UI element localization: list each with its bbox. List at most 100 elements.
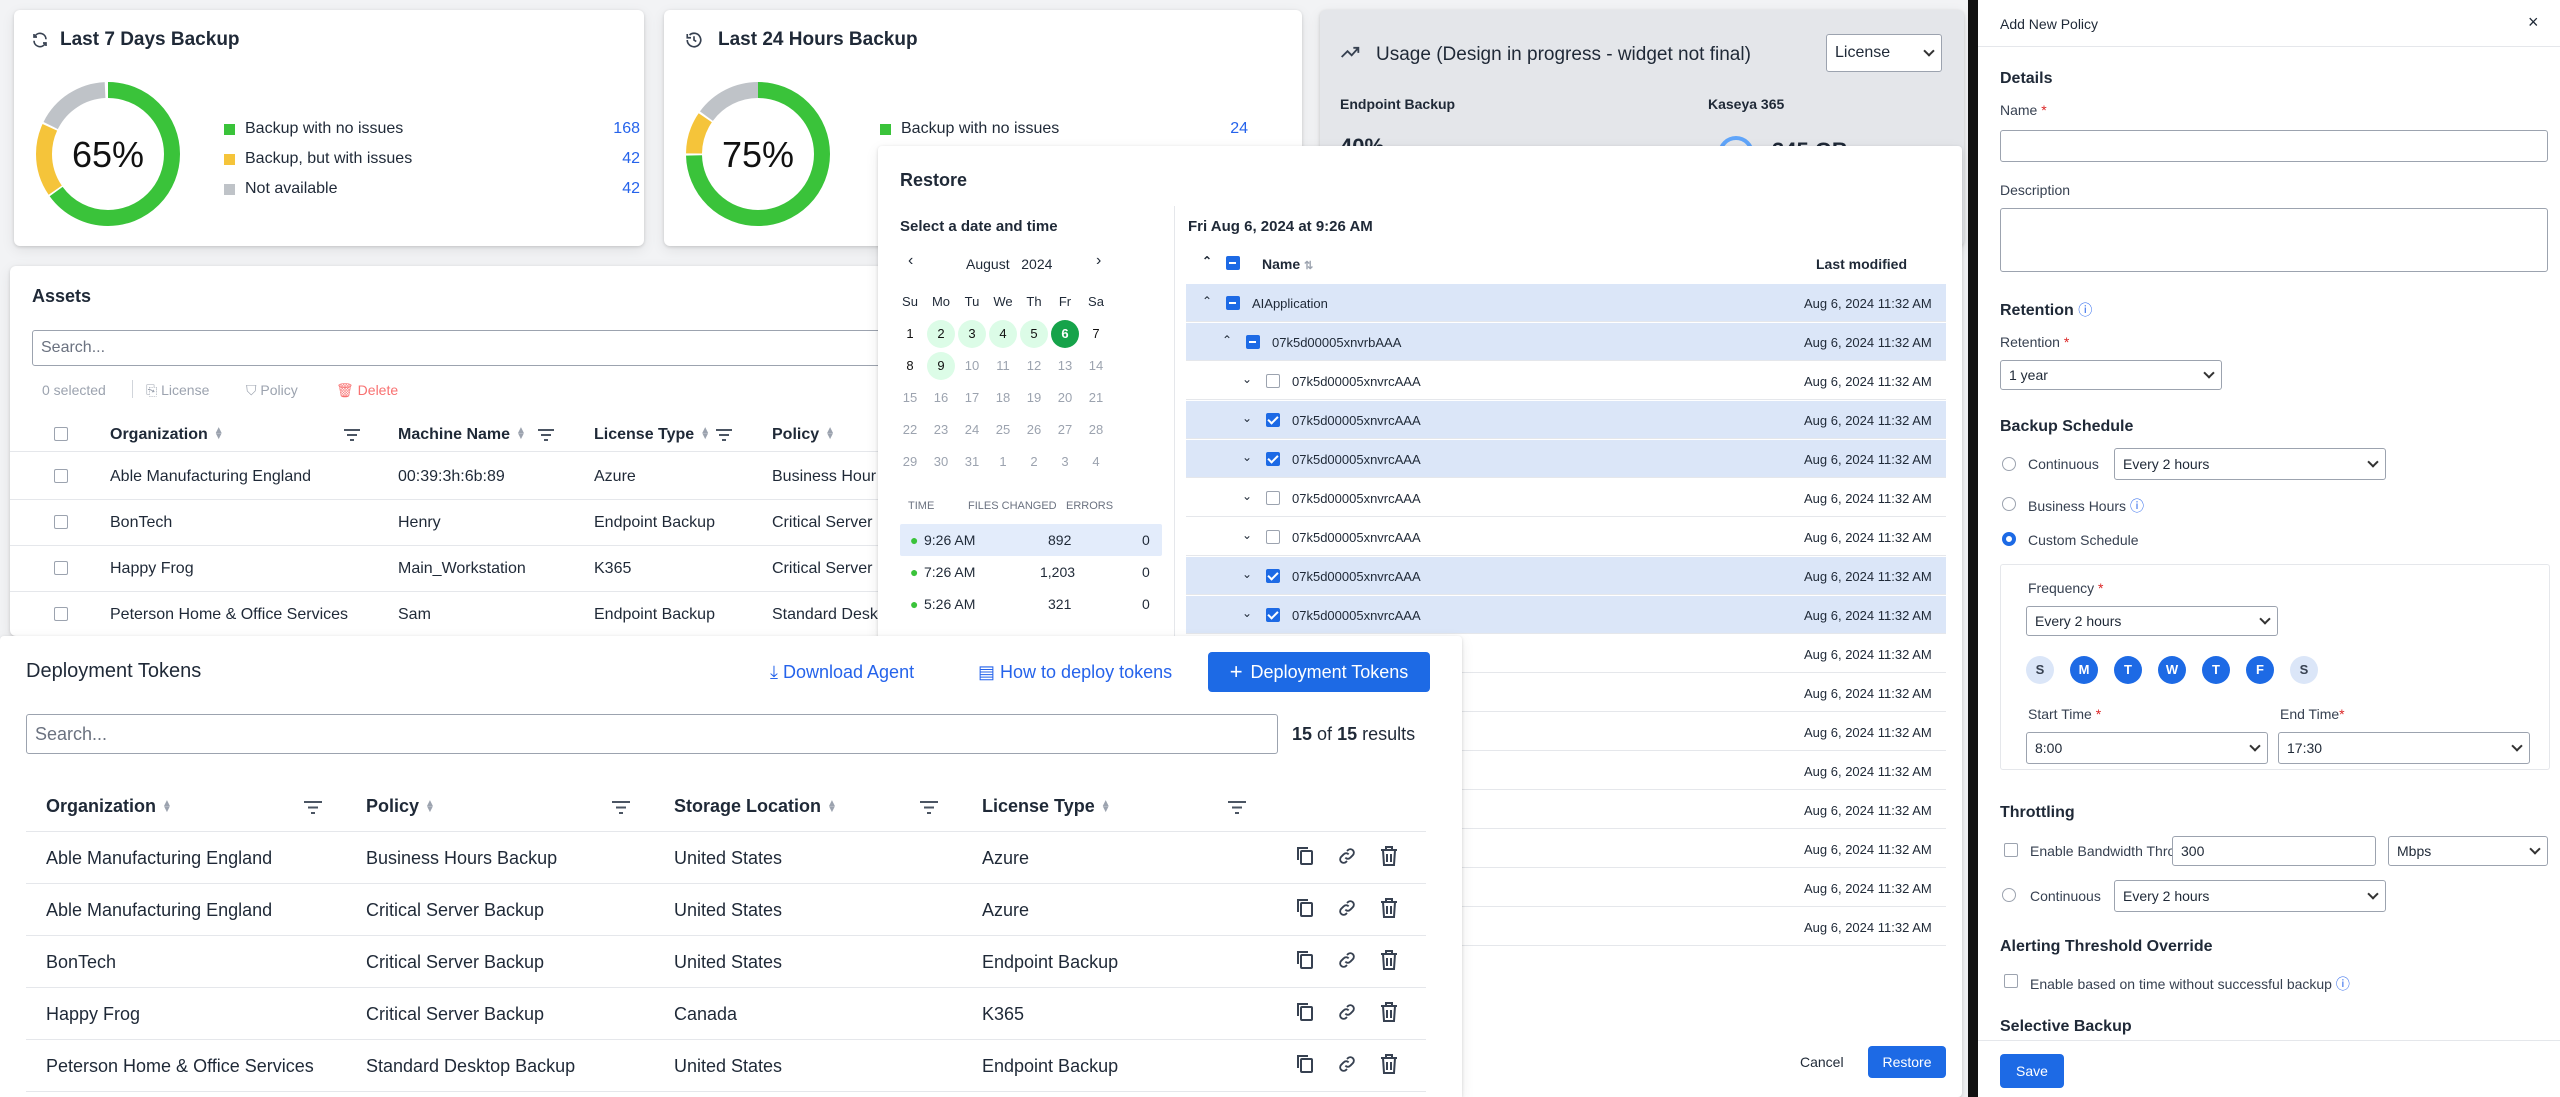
col-organization[interactable]: Organization ▲ ▼ [110,426,224,444]
calendar-day[interactable]: 4 [989,320,1017,348]
row-checkbox[interactable] [54,607,68,621]
info-icon[interactable]: ⓘ [2078,302,2092,318]
day-pill[interactable]: S [2290,656,2318,684]
calendar-day[interactable]: 24 [958,416,986,444]
calendar-day[interactable]: 31 [958,448,986,476]
link-icon[interactable] [1336,846,1358,871]
assets-search-input[interactable]: Search... [32,330,932,366]
continuous-radio[interactable] [2002,457,2016,471]
calendar-day[interactable]: 9 [927,352,955,380]
calendar-day[interactable]: 14 [1082,352,1110,380]
time-row[interactable]: ● 7:26 AM 1,203 0 [900,556,1162,588]
day-pill[interactable]: T [2202,656,2230,684]
file-row[interactable]: ⌃ AIApplication Aug 6, 2024 11:32 AM [1186,284,1946,322]
calendar-day[interactable]: 12 [1020,352,1048,380]
table-row[interactable]: Able Manufacturing England Critical Serve… [26,884,1426,936]
legend-value[interactable]: 42 [580,150,640,168]
file-checkbox[interactable] [1266,413,1280,427]
col-modified[interactable]: Last modified [1816,256,1907,272]
filter-icon[interactable] [304,798,322,819]
policy-action[interactable]: ⛉ Policy [246,382,298,399]
link-icon[interactable] [1336,898,1358,923]
cancel-button[interactable]: Cancel [1800,1054,1844,1070]
calendar-day[interactable]: 8 [896,352,924,380]
next-month-icon[interactable]: › [1096,252,1101,270]
tokens-search-input[interactable]: Search... [26,714,1278,754]
calendar-day[interactable]: 27 [1051,416,1079,444]
expand-icon[interactable]: ⌃ [1222,333,1232,347]
col-organization[interactable]: Organization ▲ ▼ [46,796,172,817]
expand-icon[interactable]: ⌄ [1242,411,1252,425]
expand-icon[interactable]: ⌄ [1242,489,1252,503]
info-icon[interactable]: ⓘ [2130,498,2144,514]
file-checkbox[interactable] [1246,335,1260,349]
day-pill[interactable]: S [2026,656,2054,684]
calendar-day[interactable]: 2 [927,320,955,348]
restore-button[interactable]: Restore [1868,1046,1946,1078]
expand-icon[interactable]: ⌄ [1242,567,1252,581]
file-checkbox[interactable] [1266,569,1280,583]
calendar-day[interactable]: 11 [989,352,1017,380]
copy-icon[interactable] [1296,1054,1314,1079]
business-hours-radio[interactable] [2002,497,2016,511]
col-license-type[interactable]: License Type ▲ ▼ [594,426,710,444]
select-all-checkbox[interactable] [1226,256,1240,270]
bandwidth-checkbox[interactable] [2004,843,2018,857]
calendar-day[interactable]: 22 [896,416,924,444]
file-row[interactable]: ⌃ 07k5d00005xnvrbAAA Aug 6, 2024 11:32 A… [1186,323,1946,361]
file-checkbox[interactable] [1266,491,1280,505]
calendar-day[interactable]: 3 [958,320,986,348]
file-checkbox[interactable] [1266,374,1280,388]
col-machine-name[interactable]: Machine Name ▲ ▼ [398,426,526,444]
col-policy[interactable]: Policy ▲ ▼ [772,426,835,444]
table-row[interactable]: BonTech Henry Endpoint Backup Critical S… [10,500,950,546]
link-icon[interactable] [1336,950,1358,975]
calendar-day[interactable]: 23 [927,416,955,444]
expand-icon[interactable]: ⌄ [1242,372,1252,386]
col-license-type[interactable]: License Type ▲ ▼ [982,796,1111,817]
copy-icon[interactable] [1296,846,1314,871]
filter-icon[interactable] [1228,798,1246,819]
file-row[interactable]: ⌄ 07k5d00005xnvrcAAA Aug 6, 2024 11:32 A… [1186,479,1946,517]
legend-value[interactable]: 168 [580,120,640,138]
table-row[interactable]: Able Manufacturing England 00:39:3h:6b:8… [10,454,950,500]
file-row[interactable]: ⌄ 07k5d00005xnvrcAAA Aug 6, 2024 11:32 A… [1186,557,1946,595]
row-checkbox[interactable] [54,561,68,575]
calendar-day[interactable]: 13 [1051,352,1079,380]
calendar-day[interactable]: 21 [1082,384,1110,412]
filter-icon[interactable] [538,428,554,446]
calendar-day[interactable]: 28 [1082,416,1110,444]
calendar-day[interactable]: 10 [958,352,986,380]
calendar-day[interactable]: 3 [1051,448,1079,476]
prev-month-icon[interactable]: ‹ [908,252,913,270]
copy-icon[interactable] [1296,950,1314,975]
table-row[interactable]: BonTech Critical Server Backup United Stat… [26,936,1426,988]
table-row[interactable]: Able Manufacturing England Business Hours… [26,832,1426,884]
bandwidth-unit-select[interactable]: Mbps [2388,836,2548,866]
col-name[interactable]: Name ⇅ [1262,256,1313,272]
col-policy[interactable]: Policy ▲ ▼ [366,796,435,817]
day-pill[interactable]: T [2114,656,2142,684]
time-row-selected[interactable]: ● 9:26 AM 892 0 [900,524,1162,556]
calendar-day[interactable]: 1 [896,320,924,348]
bandwidth-input[interactable]: 300 [2172,836,2376,866]
frequency-select[interactable]: Every 2 hours [2026,606,2278,636]
time-row[interactable]: ● 5:26 AM 321 0 [900,588,1162,620]
throttle-continuous-radio[interactable] [2002,888,2016,902]
file-row[interactable]: ⌄ 07k5d00005xnvrcAAA Aug 6, 2024 11:32 A… [1186,362,1946,400]
calendar-day[interactable]: 5 [1020,320,1048,348]
calendar-day[interactable]: 15 [896,384,924,412]
calendar-day[interactable]: 17 [958,384,986,412]
expand-icon[interactable]: ⌄ [1242,606,1252,620]
alerting-checkbox[interactable] [2004,974,2018,988]
calendar-day[interactable]: 25 [989,416,1017,444]
start-time-select[interactable]: 8:00 [2026,732,2268,764]
delete-action[interactable]: 🗑 Delete [336,382,398,399]
calendar-day[interactable]: 1 [989,448,1017,476]
table-row[interactable]: Happy Frog Main_Workstation K365 Critica… [10,546,950,592]
select-all-checkbox[interactable] [54,427,68,441]
trash-icon[interactable] [1380,898,1398,923]
expand-icon[interactable]: ⌄ [1242,450,1252,464]
add-deployment-token-button[interactable]: + Deployment Tokens [1208,652,1430,692]
file-row[interactable]: ⌄ 07k5d00005xnvrcAAA Aug 6, 2024 11:32 A… [1186,401,1946,439]
